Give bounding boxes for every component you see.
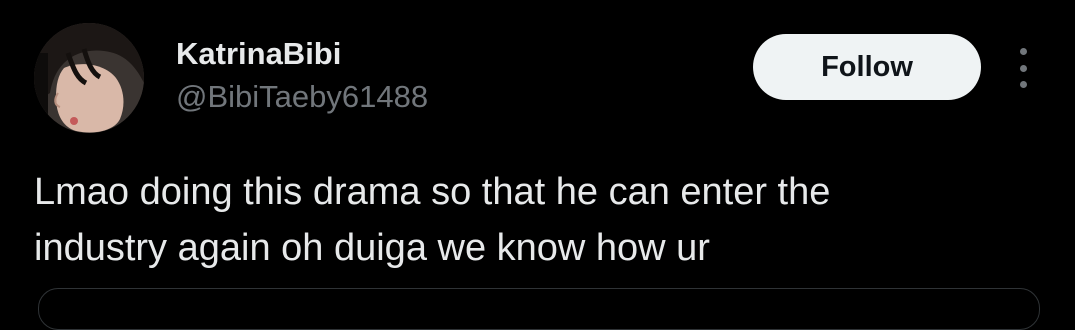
author-handle[interactable]: @BibiTaeby61488	[176, 78, 428, 116]
quote-card[interactable]	[38, 288, 1040, 330]
tweet: KatrinaBibi @BibiTaeby61488 Follow Lmao …	[0, 0, 1075, 330]
follow-button[interactable]: Follow	[753, 34, 981, 100]
tweet-text: Lmao doing this drama so that he can ent…	[34, 171, 831, 269]
avatar-photo	[34, 23, 144, 133]
author-display-name[interactable]: KatrinaBibi	[176, 35, 341, 73]
avatar[interactable]	[34, 23, 144, 133]
more-vertical-icon[interactable]	[1008, 46, 1038, 90]
